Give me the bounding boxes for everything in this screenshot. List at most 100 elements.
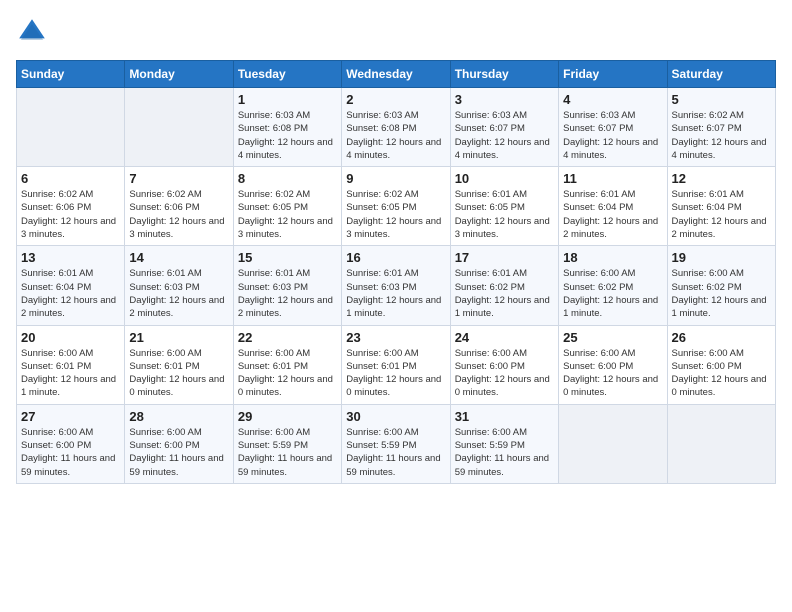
day-info: Sunrise: 6:03 AM Sunset: 6:08 PM Dayligh… xyxy=(238,109,337,162)
day-number: 26 xyxy=(672,330,771,345)
day-info: Sunrise: 6:00 AM Sunset: 6:02 PM Dayligh… xyxy=(672,267,771,320)
header xyxy=(16,16,776,48)
day-number: 3 xyxy=(455,92,554,107)
week-row-4: 20Sunrise: 6:00 AM Sunset: 6:01 PM Dayli… xyxy=(17,325,776,404)
calendar-cell: 2 Sunrise: 6:03 AM Sunset: 6:08 PM Daylig… xyxy=(342,88,450,167)
day-number: 11 xyxy=(563,171,662,186)
day-number: 19 xyxy=(672,250,771,265)
calendar-cell: 22 Sunrise: 6:00 AM Sunset: 6:01 PM Dayli… xyxy=(233,325,341,404)
calendar-cell: 1 Sunrise: 6:03 AM Sunset: 6:08 PM Daylig… xyxy=(233,88,341,167)
day-number: 5 xyxy=(672,92,771,107)
day-number: 13 xyxy=(21,250,120,265)
day-info: Sunrise: 6:02 AM Sunset: 6:05 PM Dayligh… xyxy=(238,188,337,241)
calendar-cell: 3Sunrise: 6:03 AM Sunset: 6:07 PM Daylig… xyxy=(450,88,558,167)
day-number: 15 xyxy=(238,250,337,265)
calendar-cell: 21Sunrise: 6:00 AM Sunset: 6:01 PM Dayli… xyxy=(125,325,233,404)
day-number: 7 xyxy=(129,171,228,186)
day-number: 8 xyxy=(238,171,337,186)
calendar-cell: 13 Sunrise: 6:01 AM Sunset: 6:04 PM Dayli… xyxy=(17,246,125,325)
header-wednesday: Wednesday xyxy=(342,61,450,88)
day-info: Sunrise: 6:02 AM Sunset: 6:06 PM Dayligh… xyxy=(21,188,120,241)
day-number: 24 xyxy=(455,330,554,345)
day-number: 10 xyxy=(455,171,554,186)
calendar-cell xyxy=(17,88,125,167)
day-number: 12 xyxy=(672,171,771,186)
calendar-cell: 9 Sunrise: 6:02 AM Sunset: 6:05 PM Daylig… xyxy=(342,167,450,246)
calendar-cell: 17 Sunrise: 6:01 AM Sunset: 6:02 PM Dayli… xyxy=(450,246,558,325)
day-number: 29 xyxy=(238,409,337,424)
header-saturday: Saturday xyxy=(667,61,775,88)
logo-icon xyxy=(16,16,48,48)
day-info: Sunrise: 6:00 AM Sunset: 6:00 PM Dayligh… xyxy=(455,347,554,400)
calendar-cell: 18 Sunrise: 6:00 AM Sunset: 6:02 PM Dayli… xyxy=(559,246,667,325)
calendar-cell: 23 Sunrise: 6:00 AM Sunset: 6:01 PM Dayli… xyxy=(342,325,450,404)
calendar-cell: 12 Sunrise: 6:01 AM Sunset: 6:04 PM Dayli… xyxy=(667,167,775,246)
day-number: 23 xyxy=(346,330,445,345)
day-info: Sunrise: 6:00 AM Sunset: 6:02 PM Dayligh… xyxy=(563,267,662,320)
day-info: Sunrise: 6:00 AM Sunset: 5:59 PM Dayligh… xyxy=(346,426,445,479)
day-info: Sunrise: 6:01 AM Sunset: 6:04 PM Dayligh… xyxy=(21,267,120,320)
calendar-header-row: SundayMondayTuesdayWednesdayThursdayFrid… xyxy=(17,61,776,88)
calendar-cell: 5 Sunrise: 6:02 AM Sunset: 6:07 PM Daylig… xyxy=(667,88,775,167)
calendar-cell: 31Sunrise: 6:00 AM Sunset: 5:59 PM Dayli… xyxy=(450,404,558,483)
day-info: Sunrise: 6:00 AM Sunset: 5:59 PM Dayligh… xyxy=(238,426,337,479)
day-number: 16 xyxy=(346,250,445,265)
header-tuesday: Tuesday xyxy=(233,61,341,88)
day-info: Sunrise: 6:00 AM Sunset: 5:59 PM Dayligh… xyxy=(455,426,554,479)
day-number: 6 xyxy=(21,171,120,186)
day-info: Sunrise: 6:00 AM Sunset: 6:00 PM Dayligh… xyxy=(21,426,120,479)
day-number: 22 xyxy=(238,330,337,345)
day-number: 9 xyxy=(346,171,445,186)
header-friday: Friday xyxy=(559,61,667,88)
calendar-cell: 4Sunrise: 6:03 AM Sunset: 6:07 PM Daylig… xyxy=(559,88,667,167)
day-number: 25 xyxy=(563,330,662,345)
day-info: Sunrise: 6:00 AM Sunset: 6:00 PM Dayligh… xyxy=(672,347,771,400)
logo xyxy=(16,16,54,48)
day-info: Sunrise: 6:00 AM Sunset: 6:01 PM Dayligh… xyxy=(346,347,445,400)
day-info: Sunrise: 6:01 AM Sunset: 6:04 PM Dayligh… xyxy=(563,188,662,241)
day-info: Sunrise: 6:02 AM Sunset: 6:07 PM Dayligh… xyxy=(672,109,771,162)
calendar-cell: 25 Sunrise: 6:00 AM Sunset: 6:00 PM Dayli… xyxy=(559,325,667,404)
calendar-cell: 11 Sunrise: 6:01 AM Sunset: 6:04 PM Dayli… xyxy=(559,167,667,246)
calendar-cell: 24 Sunrise: 6:00 AM Sunset: 6:00 PM Dayli… xyxy=(450,325,558,404)
day-number: 14 xyxy=(129,250,228,265)
calendar-cell: 29 Sunrise: 6:00 AM Sunset: 5:59 PM Dayli… xyxy=(233,404,341,483)
day-info: Sunrise: 6:01 AM Sunset: 6:03 PM Dayligh… xyxy=(129,267,228,320)
day-number: 1 xyxy=(238,92,337,107)
calendar-cell: 14 Sunrise: 6:01 AM Sunset: 6:03 PM Dayli… xyxy=(125,246,233,325)
day-info: Sunrise: 6:01 AM Sunset: 6:02 PM Dayligh… xyxy=(455,267,554,320)
day-number: 17 xyxy=(455,250,554,265)
calendar-cell: 20Sunrise: 6:00 AM Sunset: 6:01 PM Dayli… xyxy=(17,325,125,404)
day-info: Sunrise: 6:00 AM Sunset: 6:00 PM Dayligh… xyxy=(563,347,662,400)
calendar-cell: 6 Sunrise: 6:02 AM Sunset: 6:06 PM Daylig… xyxy=(17,167,125,246)
day-info: Sunrise: 6:01 AM Sunset: 6:05 PM Dayligh… xyxy=(455,188,554,241)
day-info: Sunrise: 6:02 AM Sunset: 6:05 PM Dayligh… xyxy=(346,188,445,241)
header-thursday: Thursday xyxy=(450,61,558,88)
day-info: Sunrise: 6:01 AM Sunset: 6:04 PM Dayligh… xyxy=(672,188,771,241)
calendar-cell: 16 Sunrise: 6:01 AM Sunset: 6:03 PM Dayli… xyxy=(342,246,450,325)
calendar-cell: 15 Sunrise: 6:01 AM Sunset: 6:03 PM Dayli… xyxy=(233,246,341,325)
calendar-cell: 30 Sunrise: 6:00 AM Sunset: 5:59 PM Dayli… xyxy=(342,404,450,483)
day-number: 30 xyxy=(346,409,445,424)
day-number: 2 xyxy=(346,92,445,107)
day-number: 28 xyxy=(129,409,228,424)
calendar-cell xyxy=(125,88,233,167)
calendar-cell xyxy=(667,404,775,483)
header-sunday: Sunday xyxy=(17,61,125,88)
day-info: Sunrise: 6:00 AM Sunset: 6:01 PM Dayligh… xyxy=(21,347,120,400)
day-info: Sunrise: 6:01 AM Sunset: 6:03 PM Dayligh… xyxy=(238,267,337,320)
calendar-cell: 7 Sunrise: 6:02 AM Sunset: 6:06 PM Daylig… xyxy=(125,167,233,246)
day-number: 21 xyxy=(129,330,228,345)
day-info: Sunrise: 6:02 AM Sunset: 6:06 PM Dayligh… xyxy=(129,188,228,241)
day-info: Sunrise: 6:03 AM Sunset: 6:08 PM Dayligh… xyxy=(346,109,445,162)
day-info: Sunrise: 6:00 AM Sunset: 6:00 PM Dayligh… xyxy=(129,426,228,479)
calendar-table: SundayMondayTuesdayWednesdayThursdayFrid… xyxy=(16,60,776,484)
day-number: 27 xyxy=(21,409,120,424)
calendar-cell xyxy=(559,404,667,483)
day-number: 18 xyxy=(563,250,662,265)
calendar-cell: 8 Sunrise: 6:02 AM Sunset: 6:05 PM Daylig… xyxy=(233,167,341,246)
day-info: Sunrise: 6:00 AM Sunset: 6:01 PM Dayligh… xyxy=(238,347,337,400)
calendar-cell: 27 Sunrise: 6:00 AM Sunset: 6:00 PM Dayli… xyxy=(17,404,125,483)
day-info: Sunrise: 6:01 AM Sunset: 6:03 PM Dayligh… xyxy=(346,267,445,320)
calendar-cell: 26 Sunrise: 6:00 AM Sunset: 6:00 PM Dayli… xyxy=(667,325,775,404)
